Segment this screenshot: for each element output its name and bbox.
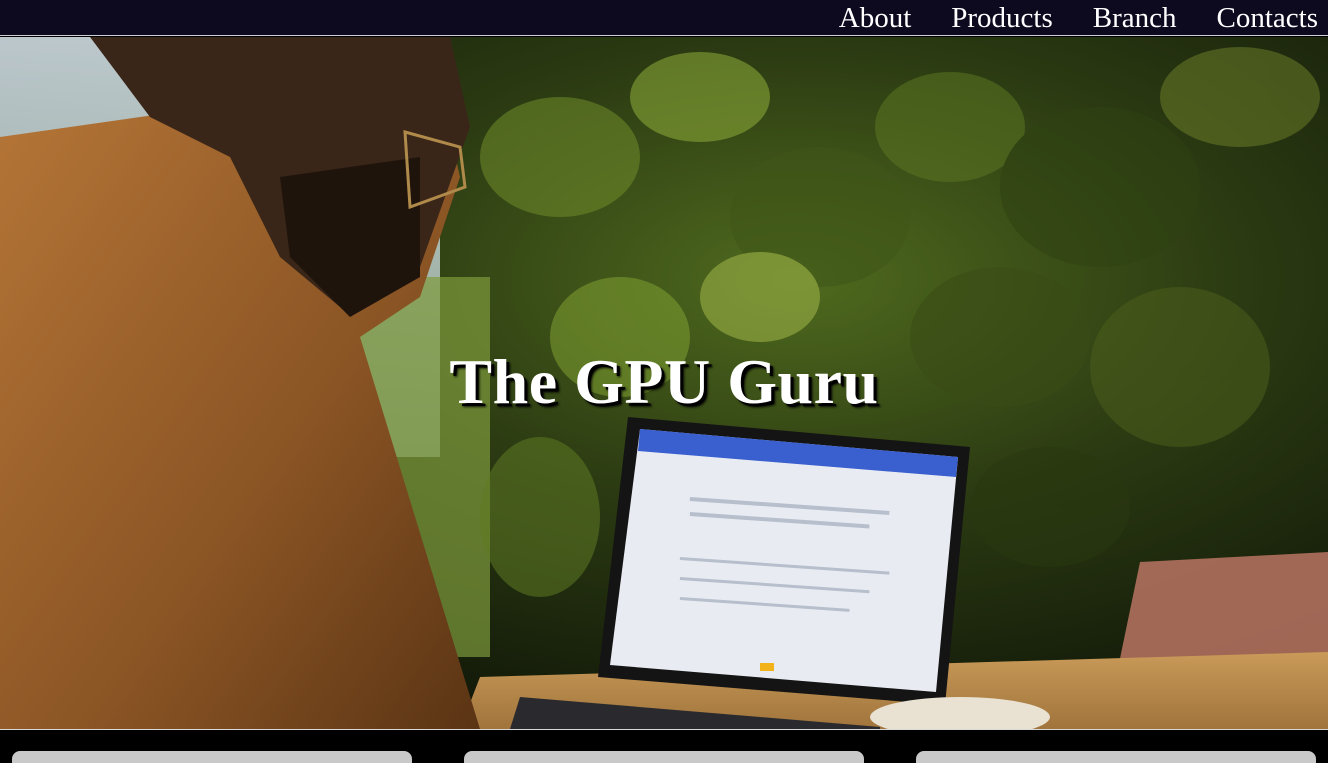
top-navbar: About Products Branch Contacts [0, 0, 1328, 36]
cards-row [0, 730, 1328, 763]
card-1[interactable] [12, 751, 412, 763]
hero-banner: The GPU Guru [0, 37, 1328, 729]
nav-link-about[interactable]: About [839, 0, 912, 36]
card-2[interactable] [464, 751, 864, 763]
nav-link-products[interactable]: Products [951, 0, 1053, 36]
nav-link-contacts[interactable]: Contacts [1217, 0, 1319, 36]
main-nav: About Products Branch Contacts [839, 0, 1318, 36]
card-3[interactable] [916, 751, 1316, 763]
hero-title: The GPU Guru [449, 346, 879, 417]
nav-link-branch[interactable]: Branch [1093, 0, 1177, 36]
